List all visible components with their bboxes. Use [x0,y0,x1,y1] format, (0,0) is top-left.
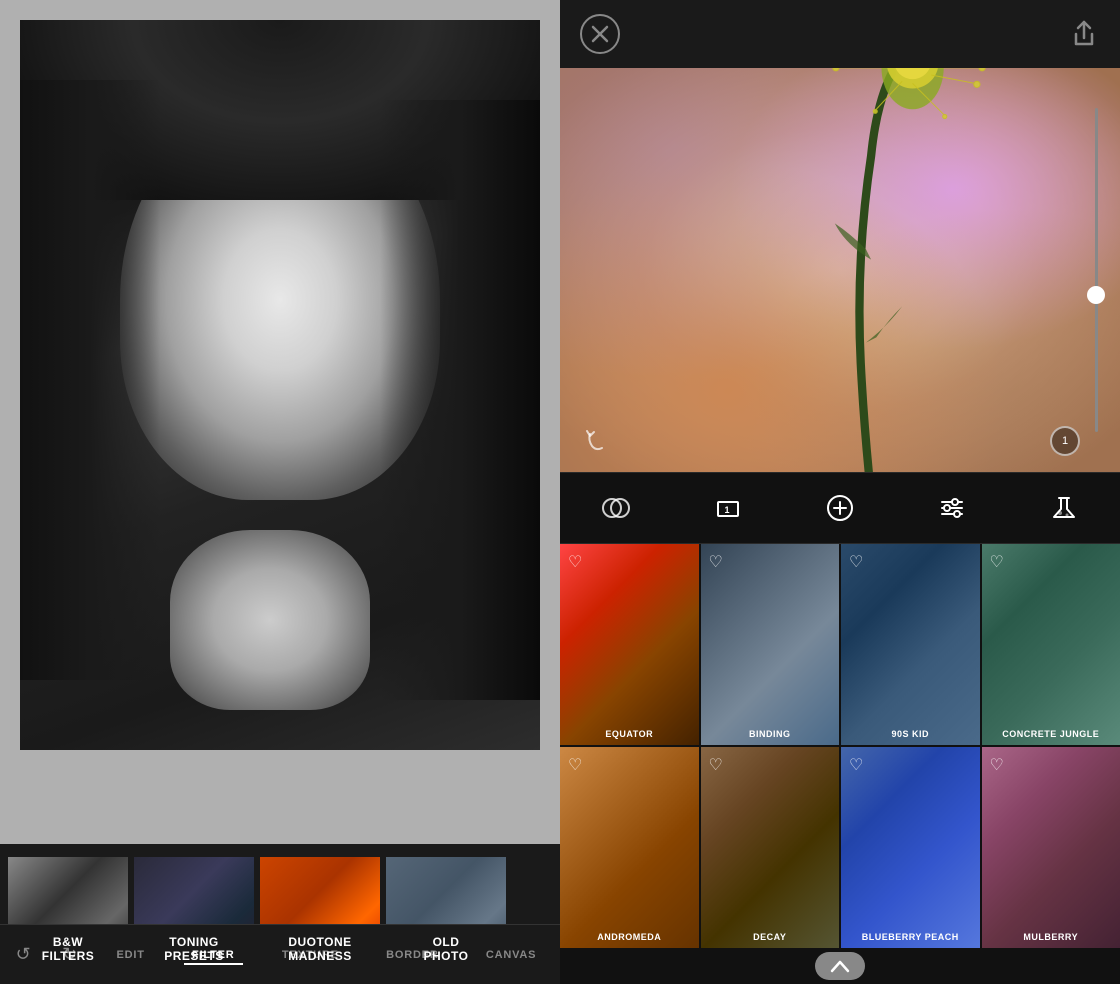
bottom-chevron-area[interactable] [560,948,1120,984]
filter-decay-label: DECAY [701,932,840,942]
portrait-photo [20,20,540,750]
filter-andromeda-label: ANDROMEDA [560,932,699,942]
filter-decay[interactable]: ♡ DECAY [701,747,840,948]
filter-equator-bg [560,544,699,745]
hand-area [170,530,370,710]
dandelion-image [560,68,1120,472]
preset-bw-filters[interactable]: B&WFILTERS [8,857,128,972]
filter-concrete-bg [982,544,1120,745]
lab-icon [1049,493,1079,523]
filter-90skid[interactable]: ♡ 90S KID [841,544,980,745]
filter-equator[interactable]: ♡ EQUATOR [560,544,699,745]
filter-90skid-bg [841,544,980,745]
filter-concrete-jungle[interactable]: ♡ CONCRETE JUNGLE [982,544,1120,745]
heart-90skid[interactable]: ♡ [849,552,863,572]
filter-mulberry-bg [982,747,1120,948]
filter-mulberry-label: MULBERRY [982,932,1120,942]
chevron-up-button[interactable] [815,952,865,980]
add-tool[interactable] [816,484,864,532]
layers-tool[interactable]: 1 [704,484,752,532]
preset-duotone-madness[interactable]: DUOTONEMADNESS [260,857,380,972]
adjust-icon [937,493,967,523]
heart-concrete[interactable]: ♡ [990,552,1004,572]
undo-overlay-button[interactable] [580,424,612,456]
heart-binding[interactable]: ♡ [709,552,723,572]
heart-mulberry[interactable]: ♡ [990,755,1004,775]
slider-track [1095,108,1098,431]
preset-old-photo[interactable]: OLDPHOTO [386,857,506,972]
filter-binding[interactable]: ♡ BINDING [701,544,840,745]
share-icon [1073,20,1095,48]
heart-andromeda[interactable]: ♡ [568,755,582,775]
layer-badge[interactable]: 1 [1050,426,1080,456]
svg-text:1: 1 [724,505,729,515]
heart-decay[interactable]: ♡ [709,755,723,775]
filter-equator-label: EQUATOR [560,729,699,739]
badge-value: 1 [1062,435,1068,447]
filter-blueberry-peach[interactable]: ♡ BLUEBERRY PEACH [841,747,980,948]
filter-blueberry-bg [841,747,980,948]
filter-andromeda-bg [560,747,699,948]
filter-concrete-label: CONCRETE JUNGLE [982,729,1120,739]
hair-right [380,100,540,700]
filter-binding-bg [701,544,840,745]
dandelion-svg [560,68,1120,472]
filter-90skid-label: 90S KID [841,729,980,739]
layers-icon: 1 [713,493,743,523]
tool-bar: 1 [560,472,1120,544]
preset-toning-presets[interactable]: TONINGPRESETS [134,857,254,972]
right-panel: 1 1 [560,0,1120,984]
main-image-area: 1 [560,68,1120,472]
intensity-slider[interactable] [1086,108,1106,431]
blend-tool[interactable] [592,484,640,532]
heart-equator[interactable]: ♡ [568,552,582,572]
blend-icon [601,493,631,523]
filter-blueberry-label: BLUEBERRY PEACH [841,932,980,942]
hair-left [20,80,160,680]
preset-duotone-label: DUOTONEMADNESS [260,927,380,972]
heart-blueberry[interactable]: ♡ [849,755,863,775]
undo-icon [582,426,610,454]
lab-tool[interactable] [1040,484,1088,532]
slider-thumb[interactable] [1087,286,1105,304]
top-bar [560,0,1120,68]
share-button[interactable] [1068,18,1100,50]
preset-toning-label: TONINGPRESETS [134,927,254,972]
filter-presets-bar: B&WFILTERS TONINGPRESETS DUOTONEMADNESS … [0,844,560,984]
add-icon [825,493,855,523]
filter-binding-label: BINDING [701,729,840,739]
adjust-tool[interactable] [928,484,976,532]
filter-decay-bg [701,747,840,948]
filter-grid: ♡ EQUATOR ♡ BINDING ♡ 90S KID ♡ CONCRETE… [560,544,1120,948]
bw-portrait-image [20,20,540,750]
preset-oldphoto-label: OLDPHOTO [386,927,506,972]
preset-bw-label: B&WFILTERS [8,927,128,972]
close-icon [591,25,609,43]
left-panel: B&WFILTERS TONINGPRESETS DUOTONEMADNESS … [0,0,560,984]
close-button[interactable] [580,14,620,54]
chevron-up-icon [830,959,850,973]
filter-andromeda[interactable]: ♡ ANDROMEDA [560,747,699,948]
filter-mulberry[interactable]: ♡ MULBERRY [982,747,1120,948]
